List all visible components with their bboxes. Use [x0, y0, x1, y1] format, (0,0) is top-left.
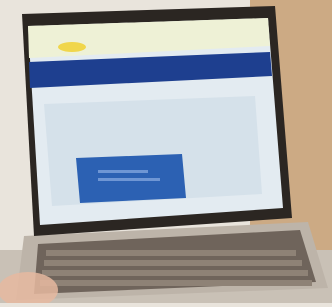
dialog-line	[98, 170, 148, 173]
logo-badge	[58, 42, 86, 52]
laptop-screen	[28, 18, 283, 225]
dialog-line	[98, 178, 160, 181]
laptop-photo	[0, 0, 332, 307]
photo-scene	[0, 0, 332, 307]
